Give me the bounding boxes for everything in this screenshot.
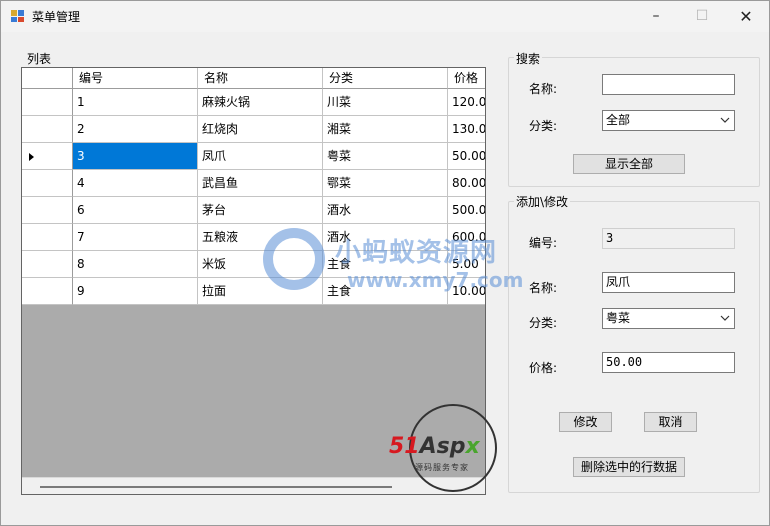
row-selector[interactable] [22, 224, 73, 251]
site-watermark: 小蚂蚁资源网 www.xmy7.com [263, 228, 523, 298]
row-selector[interactable] [22, 197, 73, 224]
search-group-label: 搜索 [514, 50, 543, 67]
edit-name-label: 名称: [529, 281, 558, 295]
table-row[interactable]: 1麻辣火锅川菜120.00 [22, 89, 485, 116]
cell-name[interactable]: 麻辣火锅 [198, 89, 323, 116]
cell-name[interactable]: 武昌鱼 [198, 170, 323, 197]
search-name-label: 名称: [529, 82, 558, 96]
app-icon [11, 10, 24, 22]
main-window: 菜单管理 – ☐ ✕ 列表 编号 名称 分类 价格 1麻辣火锅川菜120.002… [0, 0, 770, 526]
table-row[interactable]: 3 凤爪 粤菜 50.00 [22, 143, 485, 170]
title-bar: 菜单管理 – ☐ ✕ [1, 1, 769, 32]
search-name-input[interactable] [602, 74, 735, 95]
edit-id-field: 3 [602, 228, 735, 249]
cell-price[interactable]: 120.00 [448, 89, 485, 116]
edit-category-label: 分类: [529, 316, 558, 330]
table-row[interactable]: 6茅台酒水500.00 [22, 197, 485, 224]
scrollbar-thumb[interactable] [40, 486, 392, 488]
cell-id[interactable]: 7 [73, 224, 198, 251]
chevron-down-icon [720, 315, 730, 321]
maximize-button[interactable]: ☐ [679, 1, 725, 32]
edit-id-label: 编号: [529, 236, 558, 250]
cell-price[interactable]: 500.00 [448, 197, 485, 224]
close-button[interactable]: ✕ [723, 1, 769, 32]
watermark-site-url: www.xmy7.com [347, 268, 524, 292]
edit-price-input[interactable]: 50.00 [602, 352, 735, 373]
cell-name[interactable]: 茅台 [198, 197, 323, 224]
header-category[interactable]: 分类 [323, 68, 448, 89]
show-all-button[interactable]: 显示全部 [573, 154, 685, 174]
cell-price[interactable]: 50.00 [448, 143, 485, 170]
aspx-watermark: 51Aspx 源码服务专家 [389, 404, 513, 494]
watermark-logo-text: 51Aspx [389, 434, 480, 459]
cell-category[interactable]: 粤菜 [323, 143, 448, 170]
cancel-button[interactable]: 取消 [644, 412, 697, 432]
cell-price[interactable]: 80.00 [448, 170, 485, 197]
delete-selected-button[interactable]: 删除选中的行数据 [573, 457, 685, 477]
header-price[interactable]: 价格 [448, 68, 485, 89]
header-name[interactable]: 名称 [198, 68, 323, 89]
watermark-tagline: 源码服务专家 [415, 463, 469, 472]
cell-id[interactable]: 8 [73, 251, 198, 278]
table-row[interactable]: 4 武昌鱼 鄂菜 80.00 [22, 170, 485, 197]
edit-group-label: 添加\修改 [514, 193, 571, 210]
cell-category[interactable]: 鄂菜 [323, 170, 448, 197]
watermark-logo-icon [263, 228, 325, 290]
search-category-select[interactable]: 全部 [602, 110, 735, 131]
search-category-label: 分类: [529, 119, 558, 133]
row-selector[interactable] [22, 278, 73, 305]
row-selector[interactable] [22, 170, 73, 197]
cell-id[interactable]: 6 [73, 197, 198, 224]
chevron-down-icon [720, 117, 730, 123]
cell-id[interactable]: 9 [73, 278, 198, 305]
search-category-value: 全部 [606, 113, 631, 127]
minimize-button[interactable]: – [633, 1, 679, 32]
cell-id[interactable]: 1 [73, 89, 198, 116]
cell-price[interactable]: 130.00 [448, 116, 485, 143]
row-selector[interactable] [22, 251, 73, 278]
row-selector[interactable] [22, 116, 73, 143]
edit-name-input[interactable]: 凤爪 [602, 272, 735, 293]
header-row-selector [22, 68, 73, 89]
grid-header-row: 编号 名称 分类 价格 [22, 68, 485, 89]
header-id[interactable]: 编号 [73, 68, 198, 89]
edit-category-select[interactable]: 粤菜 [602, 308, 735, 329]
cell-category[interactable]: 酒水 [323, 197, 448, 224]
table-row[interactable]: 2红烧肉湘菜130.00 [22, 116, 485, 143]
row-selector[interactable] [22, 89, 73, 116]
cell-id[interactable]: 4 [73, 170, 198, 197]
cell-name[interactable]: 红烧肉 [198, 116, 323, 143]
cell-name[interactable]: 凤爪 [198, 143, 323, 170]
window-title: 菜单管理 [32, 10, 81, 24]
edit-category-value: 粤菜 [606, 311, 631, 325]
modify-button[interactable]: 修改 [559, 412, 612, 432]
cell-id[interactable]: 3 [73, 143, 198, 170]
current-row-arrow-icon [29, 153, 34, 161]
cell-category[interactable]: 川菜 [323, 89, 448, 116]
row-selector[interactable] [22, 143, 73, 170]
list-group-label: 列表 [25, 50, 54, 67]
edit-price-label: 价格: [529, 361, 558, 375]
cell-category[interactable]: 湘菜 [323, 116, 448, 143]
cell-id[interactable]: 2 [73, 116, 198, 143]
watermark-site-name: 小蚂蚁资源网 [335, 238, 498, 268]
